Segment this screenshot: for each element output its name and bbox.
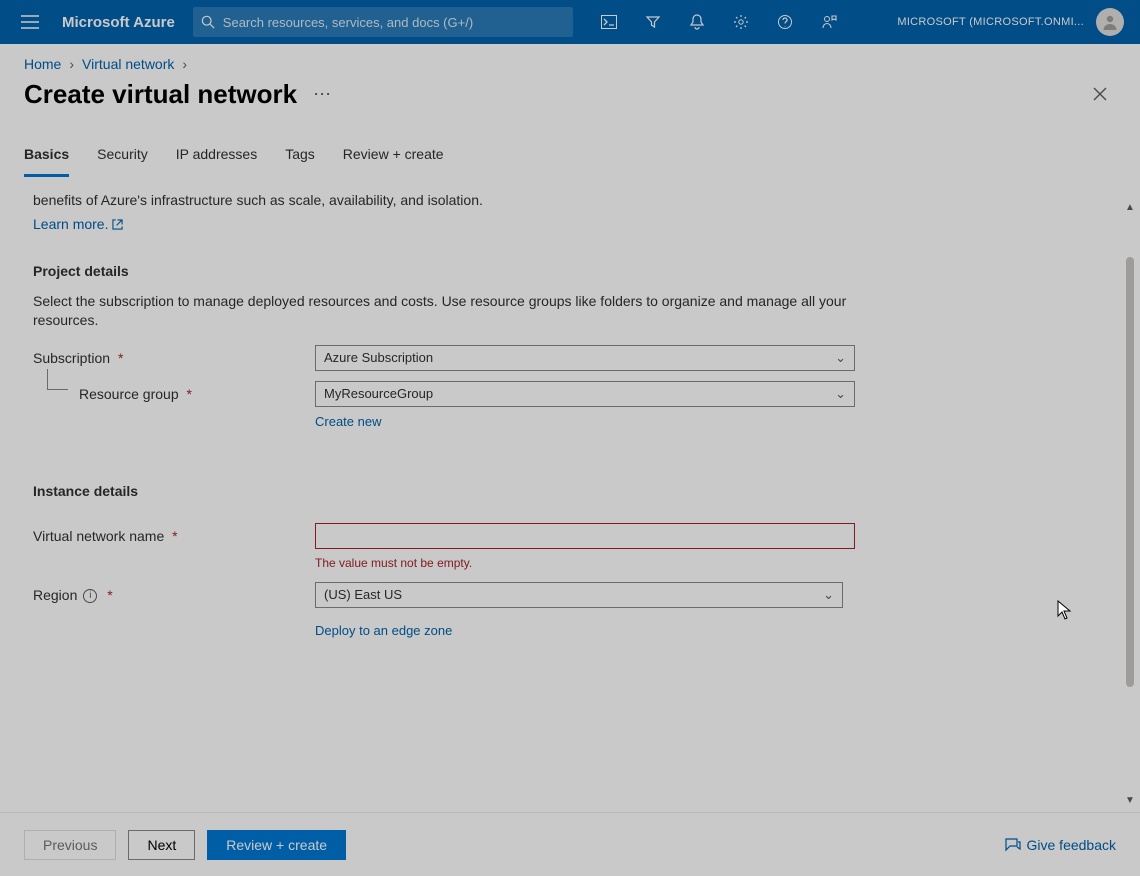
vnet-name-row: Virtual network name * The value must no… xyxy=(33,523,1096,572)
tab-tags[interactable]: Tags xyxy=(285,138,315,177)
account-label[interactable]: MICROSOFT (MICROSOFT.ONMI... xyxy=(897,16,1092,28)
page-body: Home › Virtual network › Create virtual … xyxy=(0,44,1140,876)
settings-button[interactable] xyxy=(719,0,763,44)
subscription-dropdown[interactable]: Azure Subscription ⌄ xyxy=(315,345,855,371)
chevron-down-icon: ⌄ xyxy=(835,349,846,367)
subscription-row: Subscription * Azure Subscription ⌄ xyxy=(33,345,1096,371)
subscription-label: Subscription * xyxy=(33,345,315,369)
tab-ip-addresses[interactable]: IP addresses xyxy=(176,138,257,177)
info-icon[interactable]: i xyxy=(83,589,97,603)
chevron-right-icon: › xyxy=(182,56,187,72)
project-details-heading: Project details xyxy=(33,262,1096,282)
title-bar: Create virtual network ⋯ xyxy=(0,74,1140,120)
cloud-shell-icon xyxy=(601,15,617,29)
resource-group-dropdown[interactable]: MyResourceGroup ⌄ xyxy=(315,381,855,407)
wizard-footer: Previous Next Review + create Give feedb… xyxy=(0,812,1140,876)
chevron-right-icon: › xyxy=(69,56,74,72)
vnet-name-error: The value must not be empty. xyxy=(315,555,855,572)
hamburger-menu-button[interactable] xyxy=(8,0,52,44)
global-search[interactable] xyxy=(193,7,573,37)
tab-strip: Basics Security IP addresses Tags Review… xyxy=(0,120,1140,177)
resource-group-value: MyResourceGroup xyxy=(324,385,433,403)
page-title: Create virtual network xyxy=(24,79,297,110)
chevron-down-icon: ⌄ xyxy=(823,586,834,604)
chevron-down-icon: ⌄ xyxy=(835,385,846,403)
previous-button: Previous xyxy=(24,830,116,860)
search-icon xyxy=(201,15,215,29)
give-feedback-label: Give feedback xyxy=(1027,837,1117,853)
scroll-down-arrow[interactable]: ▼ xyxy=(1124,794,1136,806)
create-new-rg-link[interactable]: Create new xyxy=(315,413,381,431)
tab-security[interactable]: Security xyxy=(97,138,148,177)
help-button[interactable] xyxy=(763,0,807,44)
hamburger-icon xyxy=(21,15,39,29)
region-value: (US) East US xyxy=(324,586,402,604)
avatar-button[interactable] xyxy=(1096,8,1124,36)
search-input[interactable] xyxy=(223,15,565,30)
region-label: Regioni * xyxy=(33,582,315,606)
learn-more-link[interactable]: Learn more. xyxy=(33,216,123,232)
breadcrumb-home[interactable]: Home xyxy=(24,56,61,72)
tab-review-create[interactable]: Review + create xyxy=(343,138,444,177)
bell-icon xyxy=(690,14,704,30)
scroll-up-arrow[interactable]: ▲ xyxy=(1124,201,1136,213)
notifications-button[interactable] xyxy=(675,0,719,44)
review-create-button[interactable]: Review + create xyxy=(207,830,346,860)
project-details-description: Select the subscription to manage deploy… xyxy=(33,292,853,331)
topbar-icon-group xyxy=(587,0,851,44)
avatar-icon xyxy=(1101,13,1119,31)
subscription-value: Azure Subscription xyxy=(324,349,433,367)
vnet-name-input[interactable] xyxy=(315,523,855,549)
person-feedback-icon xyxy=(821,14,837,30)
intro-text-fragment: benefits of Azure's infrastructure such … xyxy=(33,191,1096,211)
gear-icon xyxy=(733,14,749,30)
deploy-edge-zone-link[interactable]: Deploy to an edge zone xyxy=(315,622,452,640)
directories-button[interactable] xyxy=(631,0,675,44)
cloud-shell-button[interactable] xyxy=(587,0,631,44)
top-nav-bar: Microsoft Azure MICROSOFT (MICROSOFT.ONM… xyxy=(0,0,1140,44)
close-icon xyxy=(1093,87,1107,101)
brand-label[interactable]: Microsoft Azure xyxy=(56,14,189,31)
resource-group-label: Resource group * xyxy=(33,381,315,405)
more-actions-button[interactable]: ⋯ xyxy=(313,84,331,105)
filter-icon xyxy=(645,14,661,30)
scrollbar-track[interactable] xyxy=(1124,257,1136,792)
external-link-icon xyxy=(112,219,123,230)
learn-more-label: Learn more. xyxy=(33,216,108,232)
give-feedback-link[interactable]: Give feedback xyxy=(1005,837,1117,853)
close-blade-button[interactable] xyxy=(1084,78,1116,110)
region-dropdown[interactable]: (US) East US ⌄ xyxy=(315,582,843,608)
next-button[interactable]: Next xyxy=(128,830,195,860)
tab-basics[interactable]: Basics xyxy=(24,138,69,177)
vnet-name-label: Virtual network name * xyxy=(33,523,315,547)
help-icon xyxy=(777,14,793,30)
breadcrumb: Home › Virtual network › xyxy=(0,44,1140,74)
region-row: Regioni * (US) East US ⌄ Deploy to an ed… xyxy=(33,582,1096,641)
feedback-icon xyxy=(1005,838,1021,852)
scrollbar-thumb[interactable] xyxy=(1126,257,1134,687)
instance-details-heading: Instance details xyxy=(33,482,1096,502)
resource-group-row: Resource group * MyResourceGroup ⌄ Creat… xyxy=(33,381,1096,432)
feedback-button[interactable] xyxy=(807,0,851,44)
form-scroll-area: benefits of Azure's infrastructure such … xyxy=(0,177,1140,812)
breadcrumb-virtual-network[interactable]: Virtual network xyxy=(82,56,174,72)
